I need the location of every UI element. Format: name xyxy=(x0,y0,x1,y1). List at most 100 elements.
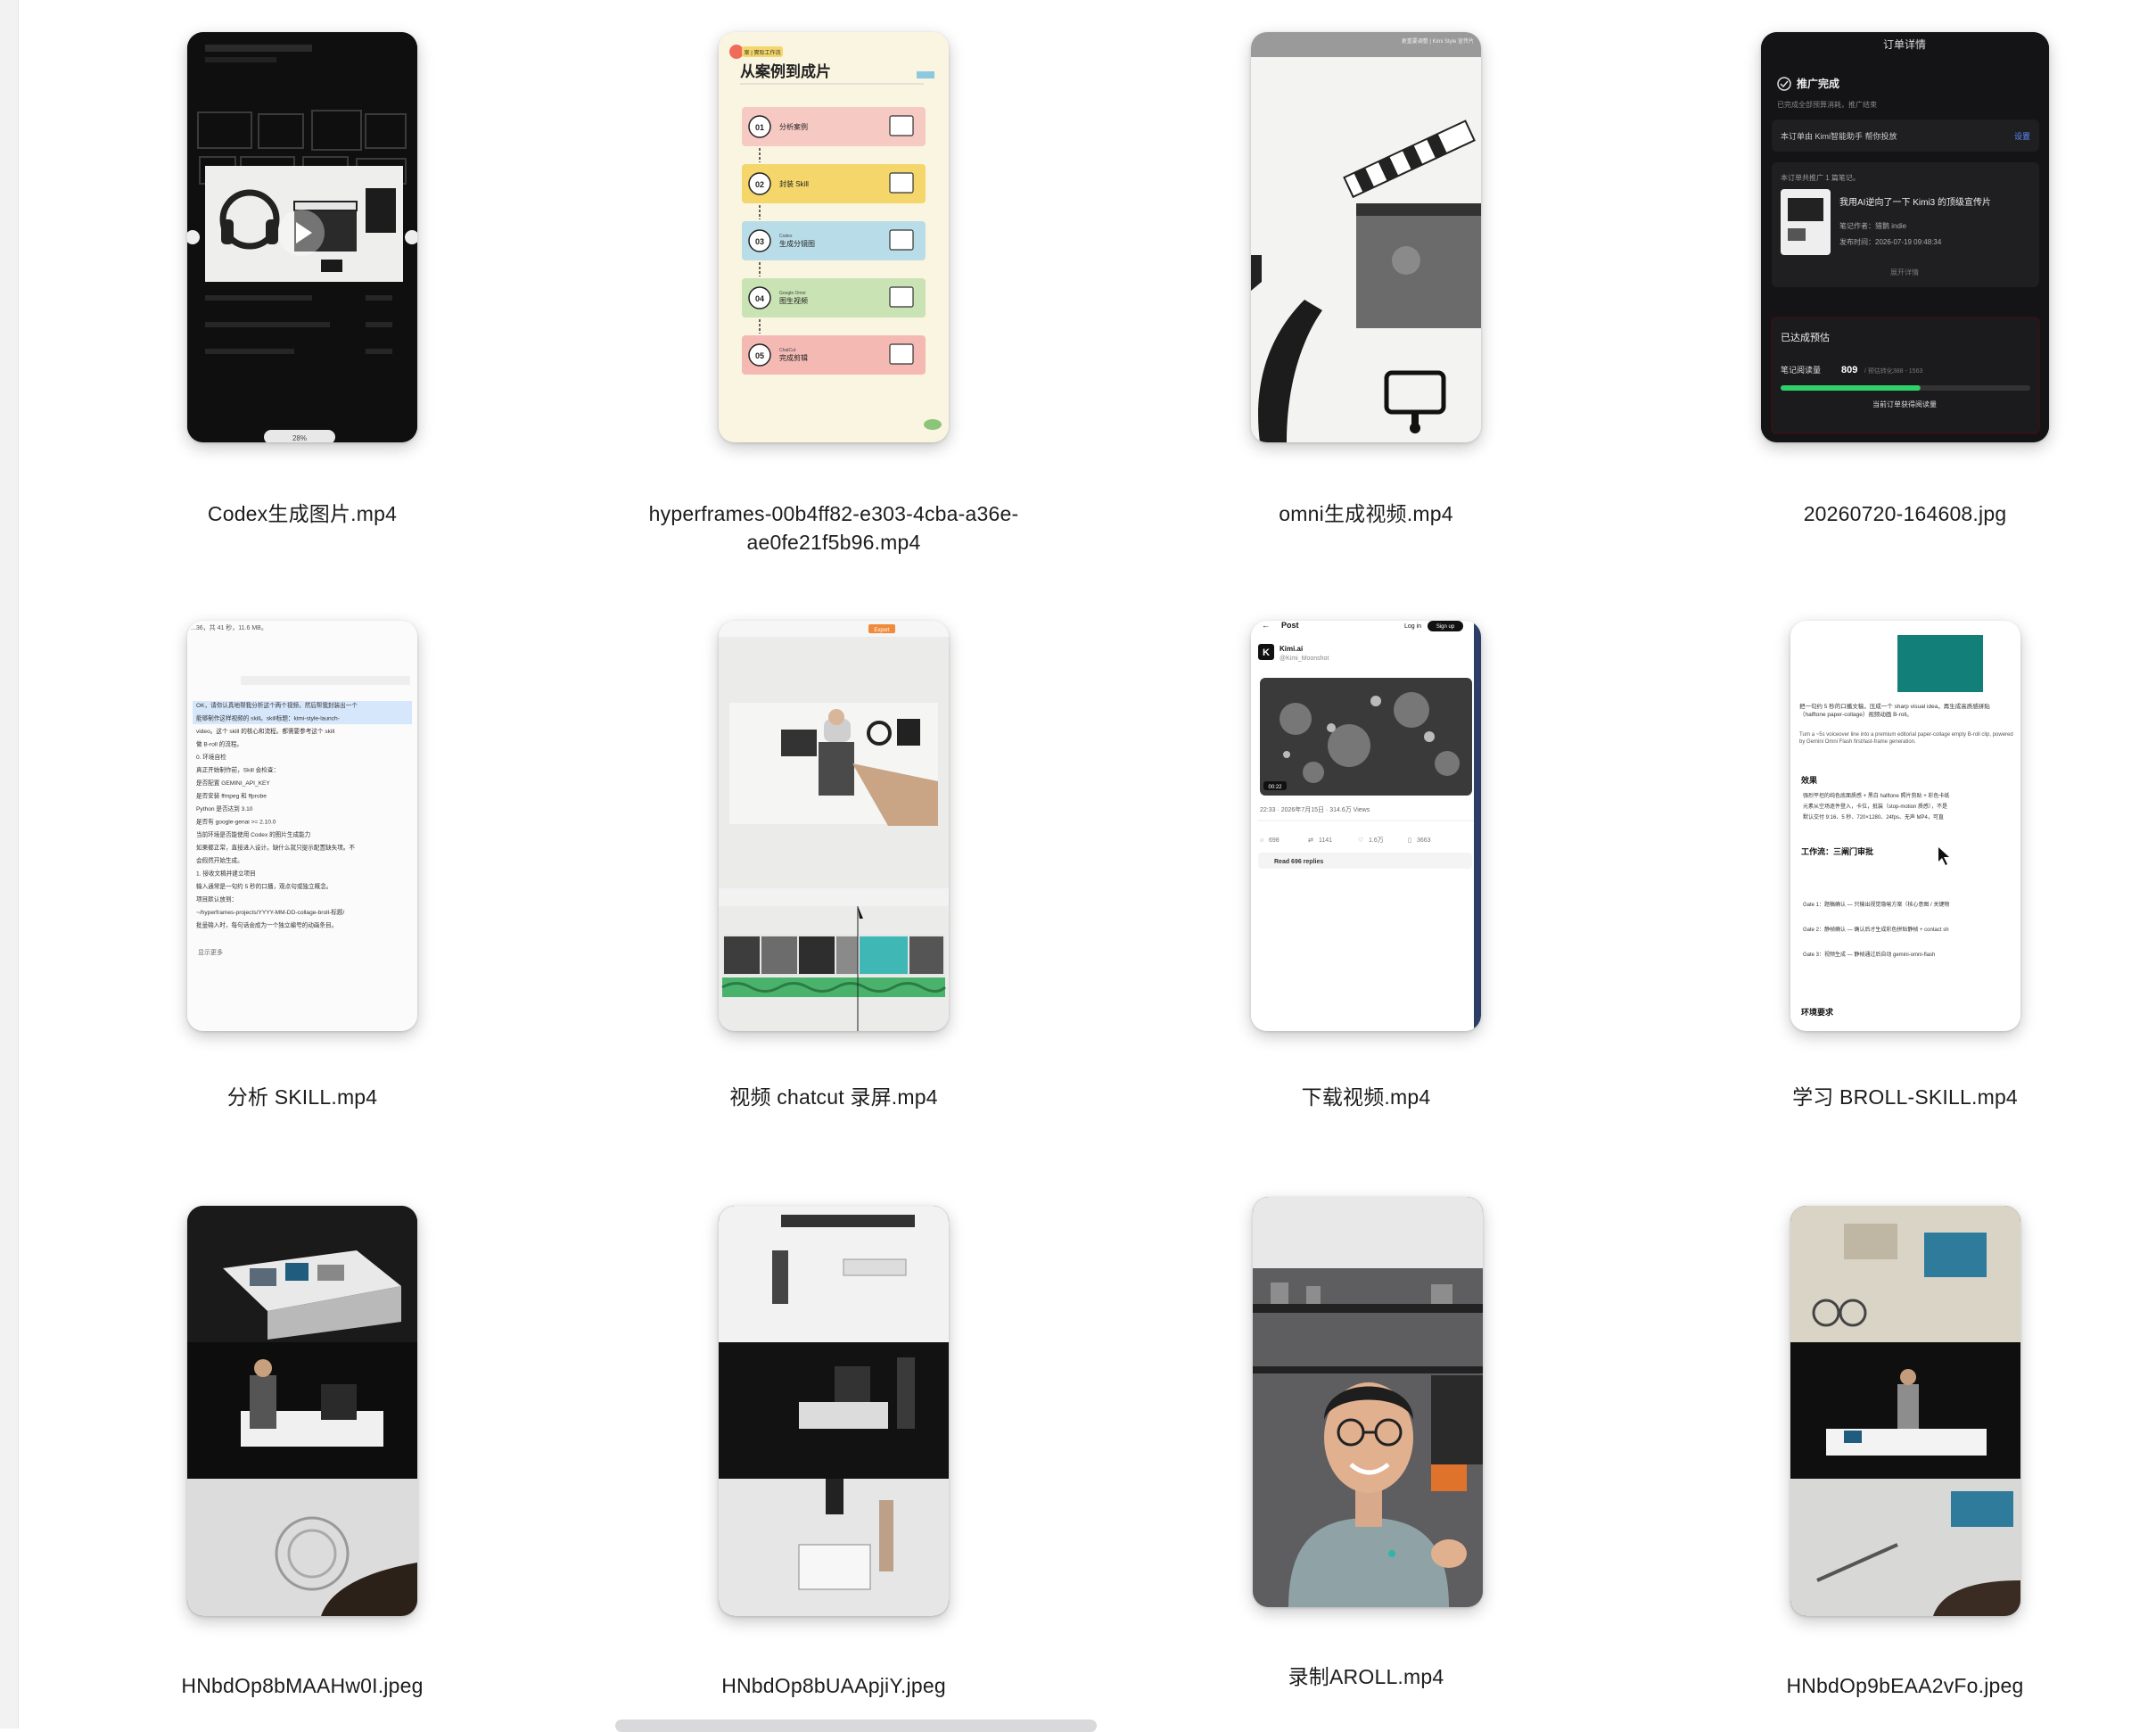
chat-line: OK，请你认真地帮我分析这个两个视频，然后帮我封装出一个 xyxy=(196,701,358,709)
step-tool: Google Omni xyxy=(779,291,805,296)
video-thumbnail[interactable]: 把一句约 5 秒的口播文稿，压成一个 sharp visual idea，再生成… xyxy=(1790,621,2020,1031)
count-line: 本订单共推广 1 篇笔记。 xyxy=(1781,173,1860,182)
horizontal-scrollbar[interactable] xyxy=(615,1720,1097,1732)
studio-photo-collage xyxy=(187,1206,417,1616)
effect-bullet: 元素从空场逐件登入，卡位，抵装（stop-motion 质感），不是 xyxy=(1803,803,1947,810)
file-name: HNbdOp8bUAApjiY.jpeg xyxy=(721,1674,946,1697)
chat-screen-recording: ...36，共 41 秒，11.6 MB。 OK，请你认真地帮我分析这个两个视频… xyxy=(187,621,417,1031)
note-title: 我用AI逆向了一下 Kimi3 的顶级宣传片 xyxy=(1839,196,1991,208)
gate-item: Gate 1：题稿确认 — 只输出视觉隐喻方案（核心意图 / 关键物 xyxy=(1803,901,1949,908)
like-count: 1.6万 xyxy=(1369,837,1384,844)
step-number: 02 xyxy=(755,180,764,189)
file-name: HNbdOp9bEAA2vFo.jpeg xyxy=(1786,1674,2024,1697)
step-number: 05 xyxy=(755,351,764,360)
video-thumbnail[interactable]: 更重要调整 | Kimi Style 宣传片 xyxy=(1251,32,1481,442)
chat-line: 输入通常是一句约 5 秒的口播，观点句或独立概念。 xyxy=(196,882,332,890)
promo-done: 推广完成 xyxy=(1797,77,1839,90)
order-details-screenshot: 订单详情 推广完成 已完成全部预算消耗，推广结束 本订单由 Kimi智能助手 帮… xyxy=(1761,32,2049,442)
tag-label: 案 | 實际工作流 xyxy=(745,49,781,56)
file-name: Codex生成图片.mp4 xyxy=(207,502,398,525)
studio-photo-collage xyxy=(719,1206,949,1616)
svg-text:⇄: ⇄ xyxy=(1308,837,1313,844)
chat-line: 是否安装 ffmpeg 和 ffprobe xyxy=(196,792,267,800)
svg-text:K: K xyxy=(1263,647,1270,658)
video-thumbnail[interactable]: 案 | 實际工作流 从案例到成片 01 分析案例 02 封装 Skill 03 Codex… xyxy=(719,32,949,442)
svg-text:←: ← xyxy=(1262,621,1270,630)
video-thumbnail[interactable]: Export xyxy=(719,621,949,1031)
settings-link: 设置 xyxy=(2014,132,2030,141)
account-handle: @Kimi_Moonshot xyxy=(1280,656,1329,662)
workflow-step: 02 封装 Skill xyxy=(742,164,926,203)
workflow-step: 03 Codex生成分镜图 xyxy=(742,221,926,260)
svg-text:○: ○ xyxy=(1260,837,1263,844)
effect-bullet: 默认交付 9:16、5 秒、720×1280、24fps、无声 MP4，可直 xyxy=(1803,813,1944,821)
chat-header: ...36，共 41 秒，11.6 MB。 xyxy=(191,623,267,631)
studio-photo-collage xyxy=(1790,1206,2020,1616)
read-range: / 预估转化388 - 1563 xyxy=(1864,367,1922,375)
file-name: 20260720-164608.jpg xyxy=(1803,502,2007,525)
gate-item: Gate 3：视频生成 — 静帧通过后自动 gemini-omni-flash xyxy=(1803,951,1935,958)
effect-bullet: 强烈平坦的纯色底面质感 + 黑白 halftone 照片剪贴 + 彩色卡纸 xyxy=(1803,792,1949,799)
chat-line: 批量输入时，每句话会成为一个独立编号的动画条目。 xyxy=(196,921,337,929)
read-value: 809 xyxy=(1841,365,1857,375)
sidebar-edge xyxy=(0,0,19,1728)
chat-line: 1. 接收文稿并建立项目 xyxy=(196,870,256,878)
account-name: Kimi.ai xyxy=(1280,645,1303,653)
video-thumbnail[interactable]: ...36，共 41 秒，11.6 MB。 OK，请你认真地帮我分析这个两个视频… xyxy=(187,621,417,1031)
agent-line: 本订单由 Kimi智能助手 帮你投放 xyxy=(1781,131,1897,141)
x-post-screen: ← Post Log in Sign up K Kimi.ai @Kimi_Mo… xyxy=(1251,621,1481,1031)
gate-item: Gate 2：静帧确认 — 确认后才生成彩色拼贴静帧 + contact sh xyxy=(1803,926,1949,933)
step-label: 完成剪辑 xyxy=(779,353,808,362)
chat-line: 如果都正常，直接进入设计。缺什么就只提示配置缺失项。不 xyxy=(196,844,355,852)
step-number: 04 xyxy=(755,294,764,303)
step-icon xyxy=(889,229,914,251)
file-name: 学习 BROLL-SKILL.mp4 xyxy=(1792,1085,2018,1109)
svg-text:▯: ▯ xyxy=(1408,837,1411,844)
step-number: 03 xyxy=(755,237,764,246)
order-title: 订单详情 xyxy=(1883,37,1926,51)
zoom-level: 28% xyxy=(292,434,307,442)
workflow-heading: 工作流：三阐门审批 xyxy=(1801,846,1873,856)
chat-line: ~/hyperframes-projects/YYYY-MM-DD-collag… xyxy=(196,908,344,916)
login-link: Log in xyxy=(1404,623,1421,630)
image-thumbnail[interactable] xyxy=(187,1206,417,1616)
chat-line: Python 是否达到 3.10 xyxy=(196,804,253,812)
read-replies: Read 696 replies xyxy=(1274,859,1323,865)
image-thumbnail[interactable] xyxy=(1790,1206,2020,1616)
step-label: 图生视频 xyxy=(779,296,808,305)
env-heading: 环境要求 xyxy=(1801,1007,1834,1017)
svg-text:♡: ♡ xyxy=(1358,837,1363,844)
step-number: 01 xyxy=(755,123,764,132)
step-tool: Codex xyxy=(779,234,793,239)
step-tool: ChatCut xyxy=(779,348,796,353)
file-name: omni生成视频.mp4 xyxy=(1279,502,1453,525)
skill-intro: 把一句约 5 秒的口播文稿，压成一个 sharp visual idea，再生成… xyxy=(1799,704,1990,718)
chat-line: 项目默认放到： xyxy=(196,895,237,903)
workflow-step: 05 ChatCut完成剪辑 xyxy=(742,335,926,375)
workflow-infographic: 案 | 實际工作流 从案例到成片 01 分析案例 02 封装 Skill 03 Codex… xyxy=(719,32,949,442)
promo-done-sub: 已完成全部预算消耗，推广结束 xyxy=(1777,100,1877,109)
chat-line: 会假然开始生成。 xyxy=(196,856,243,864)
bookmark-count: 3663 xyxy=(1417,837,1431,844)
file-name: hyperframes-00b4ff82-e303-4cba-a36e-ae0f… xyxy=(648,502,1019,554)
chat-line: video。这个 skill 的核心和流程。都需要参考这个 skill xyxy=(196,727,335,735)
workflow-step: 04 Google Omni图生视频 xyxy=(742,278,926,318)
effect-heading: 效果 xyxy=(1801,775,1818,785)
read-sub: 当前订单获得阅读量 xyxy=(1872,400,1937,408)
video-thumbnail[interactable]: 28% xyxy=(187,32,417,442)
signup-button: Sign up xyxy=(1436,624,1455,630)
file-name: 视频 chatcut 录屏.mp4 xyxy=(729,1085,938,1109)
step-icon xyxy=(889,172,914,194)
video-thumbnail[interactable] xyxy=(1253,1197,1483,1607)
image-thumbnail[interactable]: 订单详情 推广完成 已完成全部预算消耗，推广结束 本订单由 Kimi智能助手 帮… xyxy=(1761,32,2049,442)
file-name: HNbdOp8bMAAHw0I.jpeg xyxy=(181,1674,424,1697)
step-icon xyxy=(889,343,914,365)
codex-screen-recording: 28% xyxy=(187,32,417,442)
video-topbar: 更重要调整 | Kimi Style 宣传片 xyxy=(1402,37,1474,45)
video-thumbnail[interactable]: ← Post Log in Sign up K Kimi.ai @Kimi_Mo… xyxy=(1251,621,1481,1031)
chat-line: 0. 环境自检 xyxy=(196,753,226,761)
aroll-recording xyxy=(1253,1197,1483,1607)
post-title: Post xyxy=(1281,621,1299,630)
image-thumbnail[interactable] xyxy=(719,1206,949,1616)
chat-line: 是否有 google-genai >= 2.10.0 xyxy=(196,818,276,826)
